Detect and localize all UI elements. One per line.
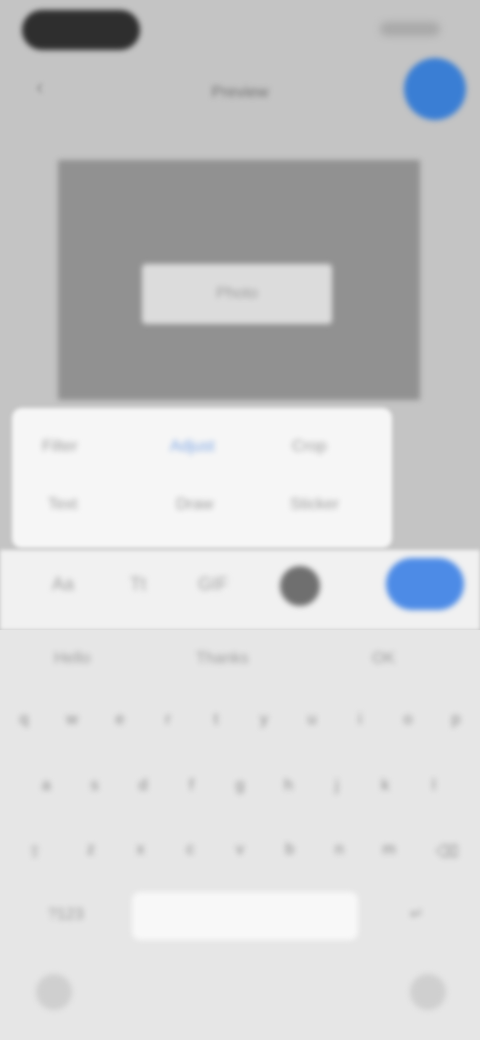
key[interactable]: a (27, 766, 65, 806)
key[interactable]: y (245, 700, 283, 740)
key[interactable]: x (122, 830, 160, 870)
suggestion[interactable]: Thanks (196, 650, 248, 668)
key[interactable]: v (221, 830, 259, 870)
back-icon[interactable]: ‹ (36, 76, 58, 98)
text-style-button[interactable]: Aa (52, 574, 74, 595)
gif-button[interactable]: GIF (198, 574, 228, 595)
option-item[interactable]: Crop (292, 438, 327, 456)
key[interactable]: r (149, 700, 187, 740)
microphone-icon[interactable] (410, 974, 446, 1010)
text-size-button[interactable]: Tt (130, 574, 146, 595)
key[interactable]: u (293, 700, 331, 740)
keyboard-row-3: z x c v b n m (0, 830, 480, 870)
keyboard-row-2: a s d f g h j k l (0, 766, 480, 806)
option-item[interactable]: Filter (42, 438, 78, 456)
key[interactable]: h (269, 766, 307, 806)
fab-button[interactable] (404, 58, 466, 120)
key[interactable]: w (53, 700, 91, 740)
status-bar-pill (22, 10, 140, 50)
key[interactable]: n (320, 830, 358, 870)
numbers-key[interactable]: ?123 (48, 906, 84, 924)
key[interactable]: t (197, 700, 235, 740)
key[interactable]: l (415, 766, 453, 806)
key[interactable]: i (341, 700, 379, 740)
key[interactable]: s (76, 766, 114, 806)
key[interactable]: p (437, 700, 475, 740)
media-label[interactable]: Photo (142, 264, 332, 324)
suggestion[interactable]: Hello (54, 650, 90, 668)
key[interactable]: k (366, 766, 404, 806)
send-button[interactable] (386, 558, 464, 610)
key[interactable]: e (101, 700, 139, 740)
key[interactable]: z (72, 830, 110, 870)
shift-key[interactable]: ⇧ (28, 842, 41, 862)
key[interactable]: g (221, 766, 259, 806)
options-panel (12, 408, 392, 548)
space-bar[interactable] (132, 892, 358, 940)
key[interactable]: j (318, 766, 356, 806)
keyboard-row-1: q w e r t y u i o p (0, 700, 480, 740)
option-item[interactable]: Sticker (290, 496, 339, 514)
record-icon[interactable] (280, 566, 320, 606)
page-title: Preview (211, 84, 269, 101)
suggestion[interactable]: OK (372, 650, 395, 668)
key[interactable]: f (173, 766, 211, 806)
key[interactable]: o (389, 700, 427, 740)
status-icons (380, 22, 440, 36)
option-item[interactable]: Text (48, 496, 77, 514)
key[interactable]: q (5, 700, 43, 740)
key[interactable]: c (171, 830, 209, 870)
return-key[interactable]: ↵ (410, 904, 423, 924)
key[interactable]: d (124, 766, 162, 806)
option-item[interactable]: Draw (176, 496, 213, 514)
emoji-icon[interactable] (36, 974, 72, 1010)
backspace-key[interactable]: ⌫ (436, 842, 459, 862)
key[interactable]: b (271, 830, 309, 870)
key[interactable]: m (370, 830, 408, 870)
option-item-selected[interactable]: Adjust (170, 438, 214, 456)
